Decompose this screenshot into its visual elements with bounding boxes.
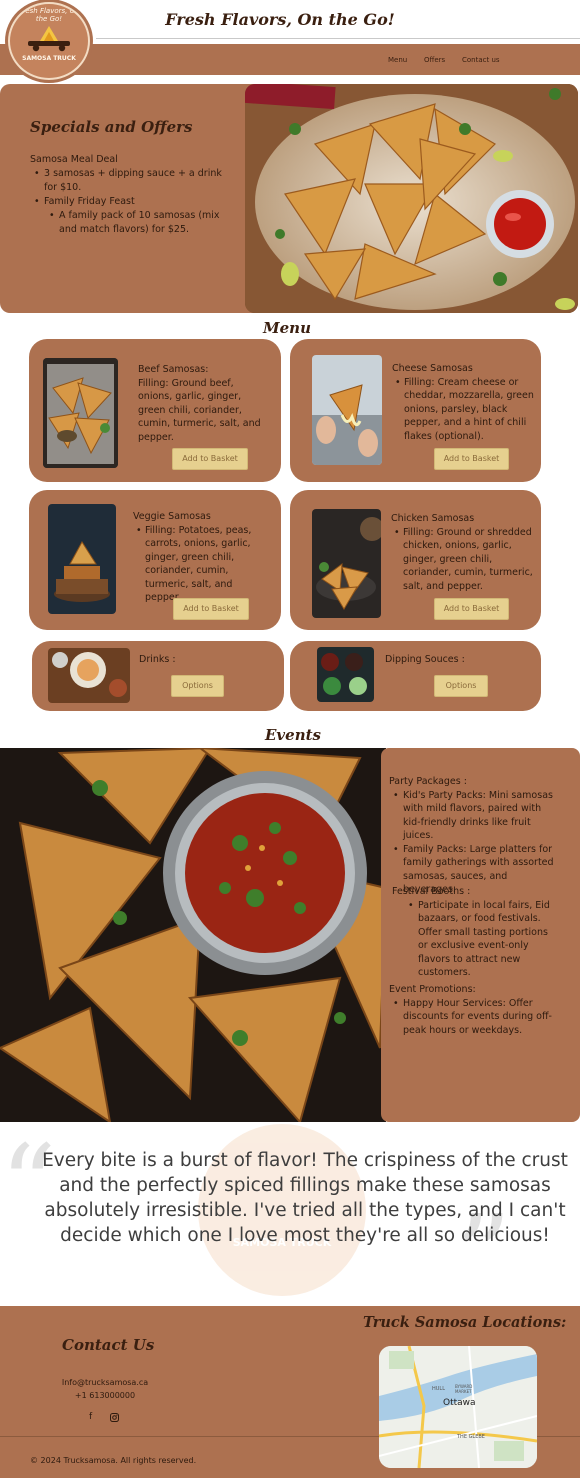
events-title: Events bbox=[265, 726, 321, 744]
truck-icon bbox=[28, 26, 70, 52]
kids-party-pack: Kid's Party Packs: Mini samosas with mil… bbox=[389, 789, 559, 843]
contact-email[interactable]: Info@trucksamosa.ca bbox=[45, 1376, 165, 1389]
header-divider bbox=[96, 38, 580, 39]
nav-contact-link[interactable]: Contact us bbox=[462, 56, 500, 64]
chicken-samosa-name: Chicken Samosas bbox=[391, 513, 475, 524]
festival-booths-title: Festival Booths : bbox=[392, 886, 471, 897]
meal-deal-title: Samosa Meal Deal bbox=[30, 154, 118, 165]
map-city-label: Ottawa bbox=[443, 1398, 476, 1408]
veggie-samosa-name: Veggie Samosas bbox=[133, 511, 211, 522]
locations-title: Truck Samosa Locations: bbox=[363, 1314, 567, 1331]
map-byward-label: BYWARD MARKET bbox=[455, 1384, 473, 1394]
event-promotions: Event Promotions: Happy Hour Services: O… bbox=[389, 983, 557, 1037]
logo-tagline: Fresh Flavors, On the Go! bbox=[18, 7, 80, 23]
cheese-samosa-image bbox=[312, 355, 382, 465]
dipping-sauces-label: Dipping Souces : bbox=[385, 654, 465, 665]
dipping-sauces-image bbox=[317, 647, 374, 702]
happy-hour-item: Happy Hour Services: Offer discounts for… bbox=[389, 997, 557, 1038]
specials-samosa-image bbox=[245, 84, 578, 313]
drinks-label: Drinks : bbox=[139, 654, 176, 665]
event-promotions-title: Event Promotions: bbox=[389, 984, 476, 995]
beef-add-to-basket-button[interactable]: Add to Basket bbox=[172, 448, 248, 470]
specials-title: Specials and Offers bbox=[30, 118, 193, 136]
drinks-image bbox=[48, 648, 130, 703]
family-feast-item: A family pack of 10 samosas (mix and mat… bbox=[30, 209, 235, 237]
chicken-samosa-text: Chicken Samosas Filling: Ground or shred… bbox=[391, 512, 534, 593]
contact-title: Contact Us bbox=[62, 1336, 155, 1354]
festival-booths: Festival Booths : Participate in local f… bbox=[392, 885, 560, 980]
menu-title: Menu bbox=[263, 319, 311, 337]
instagram-icon[interactable] bbox=[110, 1413, 119, 1425]
contact-phone[interactable]: +1 613000000 bbox=[45, 1389, 165, 1402]
drinks-options-button[interactable]: Options bbox=[171, 675, 224, 697]
festival-booths-item: Participate in local fairs, Eid bazaars,… bbox=[404, 899, 560, 980]
chicken-add-to-basket-button[interactable]: Add to Basket bbox=[434, 598, 509, 620]
cheese-samosa-name: Cheese Samosas bbox=[392, 363, 473, 374]
veggie-add-to-basket-button[interactable]: Add to Basket bbox=[173, 598, 249, 620]
beef-samosa-filling: Filling: Ground beef, onions, garlic, gi… bbox=[138, 377, 261, 443]
nav-offers-link[interactable]: Offers bbox=[424, 56, 445, 64]
party-packages: Party Packages : Kid's Party Packs: Mini… bbox=[389, 775, 559, 897]
locations-map[interactable]: Ottawa HULL BYWARD MARKET THE GLEBE bbox=[379, 1346, 537, 1468]
testimonial-text: Every bite is a burst of flavor! The cri… bbox=[42, 1150, 568, 1246]
contact-info: Info@trucksamosa.ca +1 613000000 bbox=[45, 1376, 165, 1402]
sauces-options-button[interactable]: Options bbox=[434, 675, 488, 697]
logo[interactable]: Fresh Flavors, On the Go! SAMOSA TRUCK bbox=[8, 2, 90, 80]
beef-samosa-text: Beef Samosas: Filling: Ground beef, onio… bbox=[138, 363, 270, 444]
cheese-add-to-basket-button[interactable]: Add to Basket bbox=[434, 448, 509, 470]
family-feast-title: Family Friday Feast bbox=[30, 195, 235, 209]
events-samosa-image bbox=[0, 748, 386, 1122]
cheese-samosa-text: Cheese Samosas Filling: Cream cheese or … bbox=[392, 362, 534, 443]
site-title: Fresh Flavors, On the Go! bbox=[165, 10, 395, 29]
beef-samosa-image bbox=[43, 358, 118, 468]
chicken-samosa-image bbox=[312, 509, 381, 618]
facebook-icon[interactable]: f bbox=[89, 1412, 92, 1422]
map-hull-label: HULL bbox=[432, 1386, 445, 1392]
cheese-samosa-filling: Filling: Cream cheese or cheddar, mozzar… bbox=[392, 376, 534, 444]
meal-deal-item: 3 samosas + dipping sauce + a drink for … bbox=[30, 167, 235, 195]
nav-menu-link[interactable]: Menu bbox=[388, 56, 407, 64]
party-packages-title: Party Packages : bbox=[389, 776, 467, 787]
veggie-samosa-text: Veggie Samosas Filling: Potatoes, peas, … bbox=[133, 510, 271, 605]
chicken-samosa-filling: Filling: Ground or shredded chicken, oni… bbox=[391, 526, 534, 594]
veggie-samosa-filling: Filling: Potatoes, peas, carrots, onions… bbox=[133, 524, 271, 605]
copyright: © 2024 Trucksamosa. All rights reserved. bbox=[30, 1456, 197, 1465]
beef-samosa-name: Beef Samosas: bbox=[138, 364, 209, 375]
logo-name: SAMOSA TRUCK bbox=[22, 55, 76, 62]
veggie-samosa-image bbox=[48, 504, 116, 614]
map-glebe-label: THE GLEBE bbox=[457, 1434, 485, 1440]
specials-list: Samosa Meal Deal 3 samosas + dipping sau… bbox=[30, 153, 235, 237]
